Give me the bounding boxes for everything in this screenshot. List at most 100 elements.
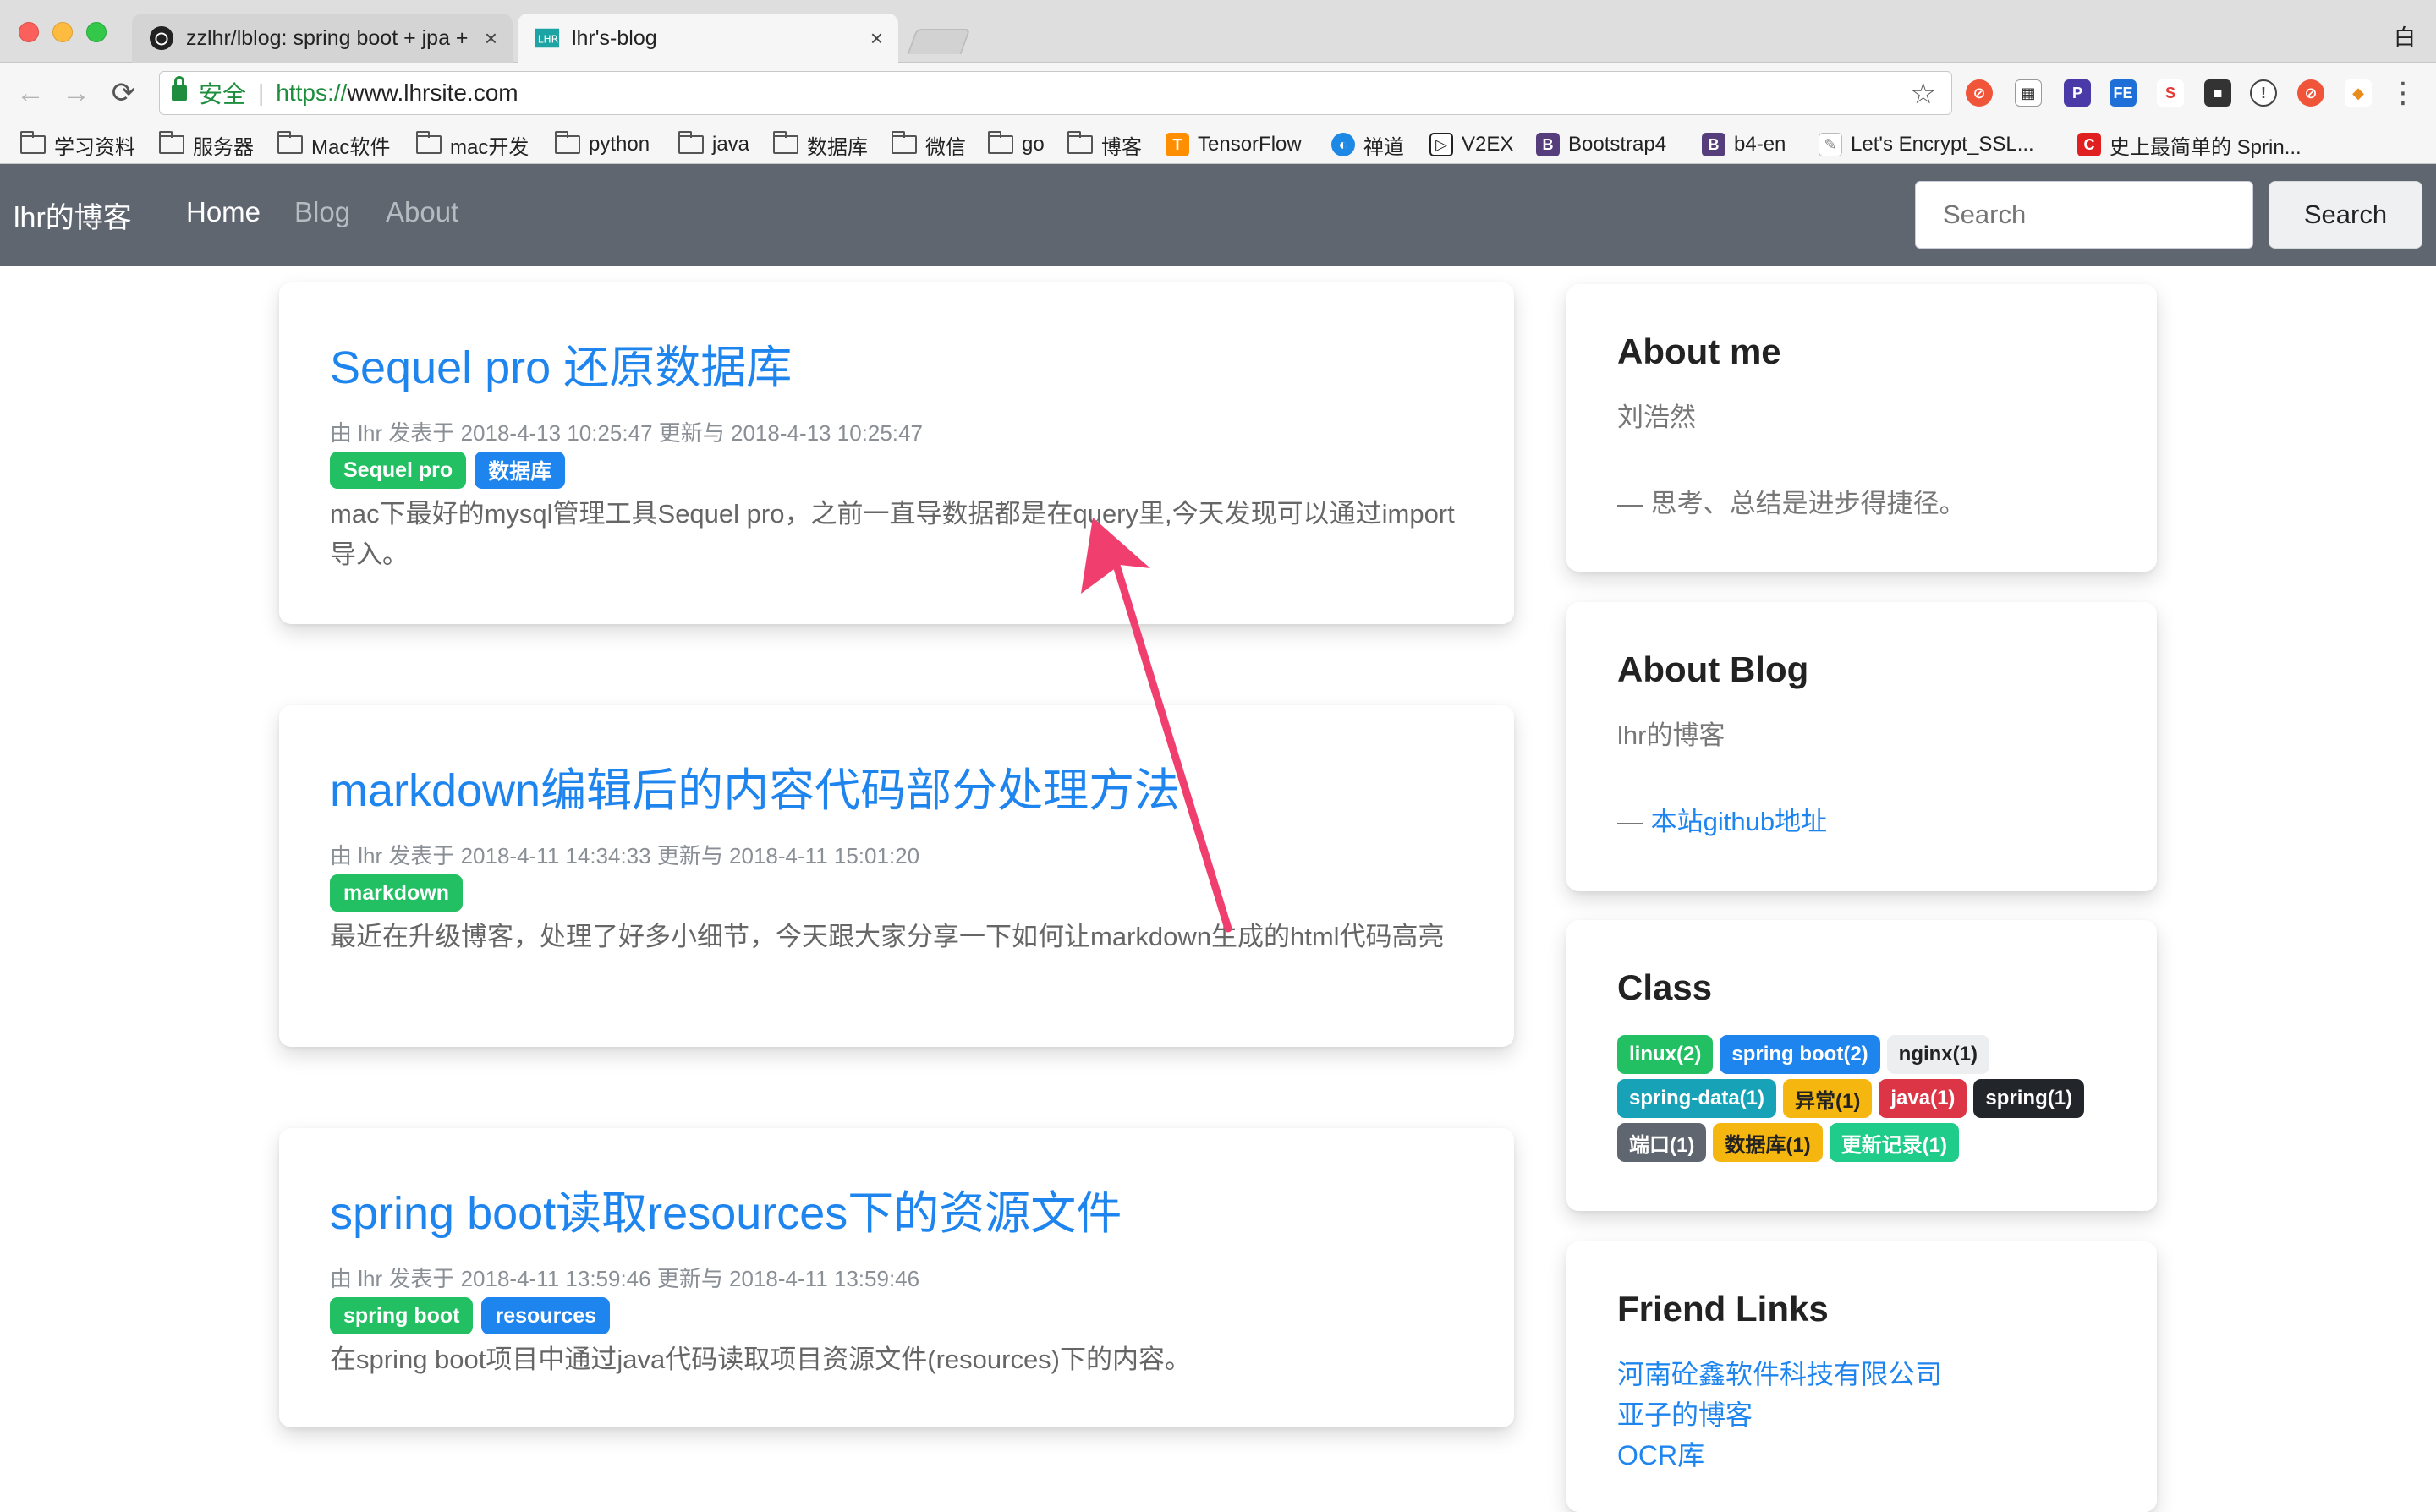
bookmark-tensorflow[interactable]: T TensorFlow bbox=[1166, 130, 1302, 159]
folder-icon bbox=[416, 131, 442, 154]
friend-link[interactable]: OCR库 bbox=[1617, 1434, 1704, 1473]
bookmark-b4-en[interactable]: Bb4-en bbox=[1702, 130, 1786, 159]
v2ex-icon: ▷ bbox=[1429, 133, 1453, 156]
folder-icon bbox=[678, 131, 704, 154]
post-tags: spring boot resources bbox=[330, 1297, 611, 1334]
bookmark-v2ex[interactable]: ▷ V2EX bbox=[1429, 130, 1513, 159]
more-menu-icon[interactable]: ⋮ bbox=[2389, 76, 2417, 110]
tag-badge[interactable]: 数据库 bbox=[475, 452, 566, 489]
extension-orange-icon[interactable]: ⊘ bbox=[2297, 79, 2324, 107]
github-link[interactable]: 本站github地址 bbox=[1651, 807, 1827, 836]
about-me-card: About me 刘浩然 — 思考、总结是进步得捷径。 bbox=[1566, 284, 2157, 572]
about-me-title: About me bbox=[1617, 331, 1781, 371]
bookmark-lets-encrypt[interactable]: ✎ Let's Encrypt_SSL... bbox=[1819, 130, 2034, 159]
nav-home[interactable]: Home bbox=[186, 196, 261, 228]
post-title[interactable]: markdown编辑后的内容代码部分处理方法 bbox=[330, 753, 1180, 819]
nav-about[interactable]: About bbox=[386, 196, 458, 228]
minimize-window-button[interactable] bbox=[52, 22, 73, 42]
bookmark-folder[interactable]: 微信 bbox=[892, 130, 966, 159]
folder-icon bbox=[1067, 131, 1093, 154]
browser-title-bar: zzlhr/lblog: spring boot + jpa + × LHR l… bbox=[0, 0, 2436, 63]
extension-dark-icon[interactable]: ■ bbox=[2204, 79, 2231, 107]
post-title[interactable]: spring boot读取resources下的资源文件 bbox=[330, 1175, 1122, 1242]
bookmarks-bar: 学习资料 服务器 Mac软件 mac开发 python java 数据库 微信 … bbox=[0, 125, 2436, 164]
lock-icon bbox=[172, 76, 187, 101]
page-icon: ✎ bbox=[1819, 133, 1842, 156]
post-meta: 由 lhr 发表于 2018-4-11 13:59:46 更新与 2018-4-… bbox=[330, 1266, 920, 1291]
extension-s-icon[interactable]: S bbox=[2157, 79, 2184, 107]
info-icon[interactable]: ! bbox=[2250, 79, 2277, 107]
bookmark-bootstrap4[interactable]: B Bootstrap4 bbox=[1536, 130, 1666, 159]
post-excerpt: 最近在升级博客，处理了好多小细节，今天跟大家分享一下如何让markdown生成的… bbox=[330, 922, 1445, 951]
friend-links-card: Friend Links 河南砼鑫软件科技有限公司 亚子的博客 OCR库 bbox=[1566, 1241, 2157, 1512]
tag-badge[interactable]: Sequel pro bbox=[330, 452, 467, 489]
maximize-window-button[interactable] bbox=[86, 22, 107, 42]
nav-blog[interactable]: Blog bbox=[294, 196, 350, 228]
close-window-button[interactable] bbox=[19, 22, 39, 42]
forward-arrow-icon[interactable]: → bbox=[59, 76, 93, 110]
search-button[interactable]: Search bbox=[2269, 181, 2422, 249]
tab-label: zzlhr/lblog: spring boot + jpa + bbox=[186, 25, 469, 50]
bookmark-spring[interactable]: C 史上最简单的 Sprin... bbox=[2077, 130, 2302, 159]
post-card: spring boot读取resources下的资源文件 由 lhr 发表于 2… bbox=[279, 1128, 1514, 1427]
tab-lhrs-blog[interactable]: LHR lhr's-blog × bbox=[518, 14, 898, 63]
class-tag[interactable]: spring-data(1) bbox=[1617, 1079, 1777, 1118]
address-bar[interactable]: 安全 | https:// www.lhrsite.com ☆ bbox=[159, 71, 1952, 115]
folder-icon bbox=[555, 131, 580, 154]
post-card: markdown编辑后的内容代码部分处理方法 由 lhr 发表于 2018-4-… bbox=[279, 705, 1514, 1047]
about-blog-card: About Blog lhr的博客 — 本站github地址 bbox=[1566, 602, 2157, 891]
tab-label: lhr's-blog bbox=[572, 25, 657, 50]
post-title[interactable]: Sequel pro 还原数据库 bbox=[330, 330, 792, 397]
bookmark-folder[interactable]: 数据库 bbox=[773, 130, 868, 159]
secure-label: 安全 bbox=[199, 81, 247, 107]
bookmark-folder[interactable]: 服务器 bbox=[159, 130, 254, 159]
tab-close-icon[interactable]: × bbox=[485, 25, 497, 52]
svg-text:LHR: LHR bbox=[538, 34, 559, 46]
site-navbar: lhr的博客 Home Blog About Search bbox=[0, 164, 2436, 266]
folder-icon bbox=[20, 131, 46, 154]
post-card: Sequel pro 还原数据库 由 lhr 发表于 2018-4-13 10:… bbox=[279, 282, 1514, 624]
bookmark-folder[interactable]: 博客 bbox=[1067, 130, 1142, 159]
friend-link[interactable]: 河南砼鑫软件科技有限公司 bbox=[1617, 1353, 1942, 1392]
about-blog-title: About Blog bbox=[1617, 649, 1809, 689]
tab-close-icon[interactable]: × bbox=[870, 25, 883, 52]
reload-icon[interactable]: ⟳ bbox=[107, 76, 140, 110]
bootstrap-icon: B bbox=[1702, 133, 1726, 156]
class-tag[interactable]: linux(2) bbox=[1617, 1035, 1714, 1074]
back-arrow-icon[interactable]: ← bbox=[14, 76, 47, 110]
class-tag[interactable]: spring(1) bbox=[1973, 1079, 2085, 1118]
tag-badge[interactable]: resources bbox=[481, 1297, 611, 1334]
class-tag[interactable]: java(1) bbox=[1879, 1079, 1967, 1118]
class-tag[interactable]: spring boot(2) bbox=[1720, 1035, 1880, 1074]
bookmark-folder[interactable]: python bbox=[555, 130, 650, 159]
extension-red-circle-icon[interactable]: ⊘ bbox=[1966, 79, 1993, 107]
profile-label[interactable]: 白 bbox=[2394, 20, 2416, 52]
friend-link[interactable]: 亚子的博客 bbox=[1617, 1394, 1753, 1433]
bookmark-zentao[interactable]: ◐ 禅道 bbox=[1331, 130, 1404, 159]
extension-p-icon[interactable]: P bbox=[2064, 79, 2091, 107]
metamask-fox-icon[interactable]: ◆ bbox=[2345, 79, 2372, 107]
bookmark-folder[interactable]: go bbox=[988, 130, 1045, 159]
class-tag[interactable]: 数据库(1) bbox=[1713, 1123, 1823, 1162]
post-tags: markdown bbox=[330, 874, 464, 912]
qr-code-icon[interactable]: ▦ bbox=[2015, 79, 2042, 107]
class-tag[interactable]: 更新记录(1) bbox=[1829, 1123, 1960, 1162]
class-tag[interactable]: nginx(1) bbox=[1886, 1035, 1989, 1074]
class-tag[interactable]: 端口(1) bbox=[1617, 1123, 1707, 1162]
bookmark-folder[interactable]: mac开发 bbox=[416, 130, 529, 159]
bookmark-folder[interactable]: Mac软件 bbox=[277, 130, 390, 159]
extension-fe-icon[interactable]: FE bbox=[2110, 79, 2137, 107]
post-meta: 由 lhr 发表于 2018-4-11 14:34:33 更新与 2018-4-… bbox=[330, 843, 920, 868]
site-brand[interactable]: lhr的博客 bbox=[14, 194, 132, 236]
tag-badge[interactable]: spring boot bbox=[330, 1297, 474, 1334]
tab-github[interactable]: zzlhr/lblog: spring boot + jpa + × bbox=[132, 14, 513, 63]
search-input[interactable] bbox=[1915, 181, 2253, 249]
tag-badge[interactable]: markdown bbox=[330, 874, 464, 912]
new-tab-button[interactable] bbox=[907, 29, 971, 54]
class-tag[interactable]: 异常(1) bbox=[1783, 1079, 1873, 1118]
bookmark-folder[interactable]: 学习资料 bbox=[20, 130, 135, 159]
bookmark-folder[interactable]: java bbox=[678, 130, 749, 159]
folder-icon bbox=[988, 131, 1013, 154]
bookmark-star-icon[interactable]: ☆ bbox=[1911, 77, 1936, 111]
csdn-icon: C bbox=[2077, 133, 2101, 156]
